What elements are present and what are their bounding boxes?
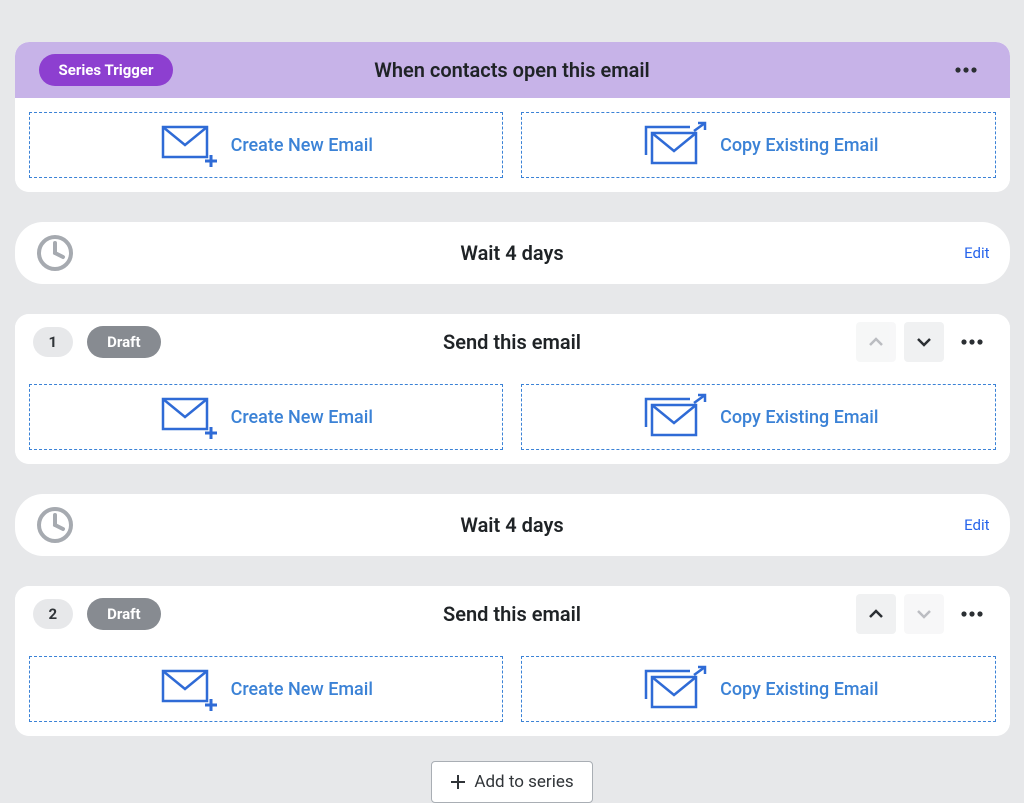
copy-existing-email-button[interactable]: Copy Existing Email	[521, 384, 996, 450]
step-more-button-2[interactable]	[952, 594, 992, 634]
trigger-card: Series Trigger When contacts open this e…	[15, 42, 1010, 192]
create-new-email-button[interactable]: Create New Email	[29, 384, 504, 450]
chevron-up-icon	[868, 337, 884, 347]
wait-card-1: Wait 4 days Edit	[15, 222, 1010, 284]
step-title-1: Send this email	[443, 330, 581, 354]
create-email-icon	[159, 395, 221, 439]
more-icon	[961, 339, 983, 345]
create-email-icon	[159, 123, 221, 167]
add-to-series-button[interactable]: Add to series	[431, 761, 592, 803]
copy-existing-email-label: Copy Existing Email	[720, 135, 878, 156]
wait-label: Wait 4 days	[460, 241, 563, 265]
copy-existing-email-label: Copy Existing Email	[720, 679, 878, 700]
copy-email-icon	[638, 393, 710, 441]
clock-icon	[35, 233, 75, 273]
add-to-series-label: Add to series	[474, 772, 573, 792]
move-up-button-1[interactable]	[856, 322, 896, 362]
move-down-button-1[interactable]	[904, 322, 944, 362]
trigger-header: Series Trigger When contacts open this e…	[15, 42, 1010, 98]
create-new-email-label: Create New Email	[231, 679, 373, 700]
step-title-2: Send this email	[443, 602, 581, 626]
copy-existing-email-button[interactable]: Copy Existing Email	[521, 656, 996, 722]
add-to-series-wrap: Add to series	[15, 761, 1010, 803]
copy-existing-email-label: Copy Existing Email	[720, 407, 878, 428]
trigger-more-button[interactable]	[946, 50, 986, 90]
create-new-email-button[interactable]: Create New Email	[29, 656, 504, 722]
step-card-1: 1 Draft Send this email	[15, 314, 1010, 464]
create-email-icon	[159, 667, 221, 711]
wait-edit-link[interactable]: Edit	[964, 244, 989, 262]
wait-edit-link[interactable]: Edit	[964, 516, 989, 534]
step-header-1: 1 Draft Send this email	[15, 314, 1010, 370]
step-number-1: 1	[33, 327, 74, 357]
wait-card-2: Wait 4 days Edit	[15, 494, 1010, 556]
step-card-2: 2 Draft Send this email	[15, 586, 1010, 736]
create-new-email-label: Create New Email	[231, 407, 373, 428]
create-new-email-label: Create New Email	[231, 135, 373, 156]
copy-email-icon	[638, 121, 710, 169]
more-icon	[955, 67, 977, 73]
step-number-2: 2	[33, 599, 74, 629]
wait-label: Wait 4 days	[460, 513, 563, 537]
step-1-email-options: Create New Email Copy Existing Email	[15, 370, 1010, 464]
step-more-button-1[interactable]	[952, 322, 992, 362]
step-header-2: 2 Draft Send this email	[15, 586, 1010, 642]
copy-existing-email-button[interactable]: Copy Existing Email	[521, 112, 996, 178]
more-icon	[961, 611, 983, 617]
step-status-1: Draft	[87, 326, 160, 358]
trigger-title: When contacts open this email	[374, 58, 649, 82]
chevron-down-icon	[916, 609, 932, 619]
trigger-email-options: Create New Email Copy Existing Email	[15, 98, 1010, 192]
clock-icon	[35, 505, 75, 545]
series-trigger-badge: Series Trigger	[39, 54, 174, 86]
chevron-up-icon	[868, 609, 884, 619]
move-up-button-2[interactable]	[856, 594, 896, 634]
plus-icon	[450, 774, 466, 790]
copy-email-icon	[638, 665, 710, 713]
chevron-down-icon	[916, 337, 932, 347]
step-status-2: Draft	[87, 598, 160, 630]
step-2-email-options: Create New Email Copy Existing Email	[15, 642, 1010, 736]
create-new-email-button[interactable]: Create New Email	[29, 112, 504, 178]
move-down-button-2[interactable]	[904, 594, 944, 634]
